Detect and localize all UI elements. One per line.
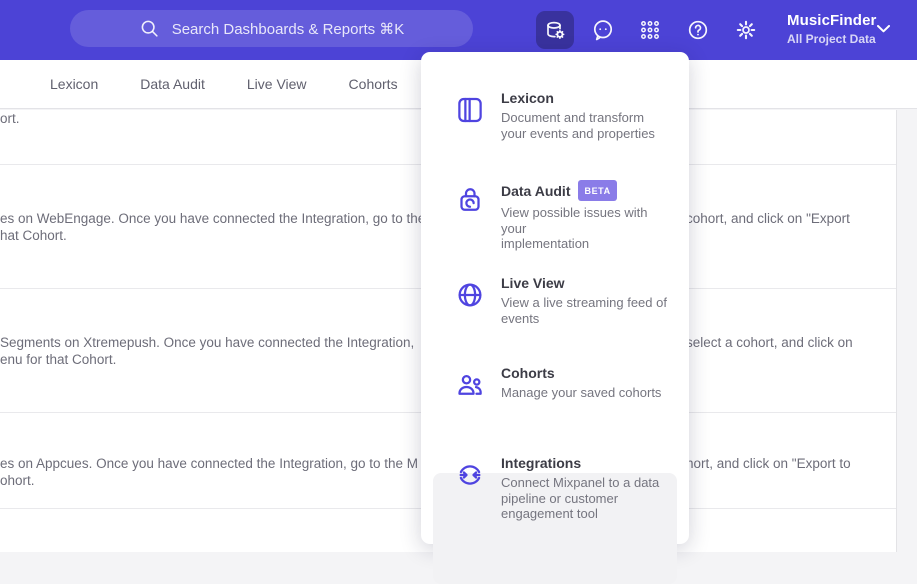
tab-lexicon[interactable]: Lexicon	[50, 76, 98, 92]
search-placeholder: Search Dashboards & Reports ⌘K	[171, 20, 405, 38]
feedback-button[interactable]	[584, 11, 622, 49]
integration-row-text: enu for that Cohort.	[0, 352, 117, 367]
menu-item-title: Data Audit BETA	[501, 180, 673, 201]
project-subtitle: All Project Data	[787, 32, 876, 46]
menu-item-title: Live View	[501, 275, 565, 291]
integrations-sync-icon	[459, 465, 481, 485]
integration-row-text: ort.	[0, 111, 20, 126]
menu-item-desc: Manage your saved cohorts	[501, 385, 662, 400]
project-name: MusicFinder	[787, 12, 877, 29]
settings-button[interactable]	[727, 11, 765, 49]
menu-item-title: Lexicon	[501, 90, 554, 106]
integration-row-text: cohort, and click on "Export	[686, 211, 850, 226]
integration-row-text: select a cohort, and click on	[686, 335, 853, 350]
menu-item-data-audit[interactable]: Data Audit BETA View possible issues with…	[455, 180, 673, 252]
cohorts-people-icon	[458, 375, 482, 395]
menu-item-title: Cohorts	[501, 365, 555, 381]
beta-badge: BETA	[578, 180, 617, 201]
tab-live-view[interactable]: Live View	[247, 76, 307, 92]
menu-item-desc: View a live streaming feed of events	[501, 295, 667, 326]
integration-row-text: Segments on Xtremepush. Once you have co…	[0, 335, 415, 350]
menu-item-desc: Document and transform your events and p…	[501, 110, 655, 141]
question-mark-icon	[688, 20, 708, 40]
menu-item-live-view[interactable]: Live View View a live streaming feed of …	[455, 275, 673, 326]
chevron-down-icon[interactable]	[877, 25, 890, 33]
integration-row-text: es on WebEngage. Once you have connected…	[0, 211, 426, 226]
data-audit-icon	[460, 188, 480, 211]
top-nav-bar: Search Dashboards & Reports ⌘K MusicFind…	[0, 0, 917, 60]
integration-row-text: ohort.	[0, 473, 35, 488]
integration-row-text: hort, and click on "Export to	[686, 456, 851, 471]
tab-data-audit[interactable]: Data Audit	[140, 76, 205, 92]
live-view-globe-icon	[458, 283, 482, 307]
data-management-button[interactable]	[536, 11, 574, 49]
menu-item-cohorts[interactable]: Cohorts Manage your saved cohorts	[455, 365, 673, 401]
chat-smiley-icon	[593, 20, 613, 41]
gear-icon	[736, 20, 756, 40]
project-switcher[interactable]: MusicFinder All Project Data	[787, 12, 876, 46]
menu-item-desc: View possible issues with your implement…	[501, 205, 648, 251]
menu-item-desc: Connect Mixpanel to a data pipeline or c…	[501, 475, 660, 521]
apps-grid-button[interactable]	[631, 11, 669, 49]
menu-item-lexicon[interactable]: Lexicon Document and transform your even…	[455, 90, 673, 141]
integration-row-text: hat Cohort.	[0, 228, 67, 243]
help-button[interactable]	[679, 11, 717, 49]
lexicon-book-icon	[458, 97, 482, 123]
menu-item-title: Integrations	[501, 455, 582, 471]
search-icon	[141, 20, 158, 37]
grid-dots-icon	[641, 21, 659, 39]
search-input[interactable]: Search Dashboards & Reports ⌘K	[70, 10, 473, 47]
menu-item-integrations[interactable]: Integrations Connect Mixpanel to a data …	[455, 455, 673, 522]
data-management-dropdown: Lexicon Document and transform your even…	[421, 52, 689, 584]
integration-row-text: es on Appcues. Once you have connected t…	[0, 456, 419, 471]
tab-cohorts[interactable]: Cohorts	[349, 76, 398, 92]
database-gear-icon	[547, 21, 565, 39]
